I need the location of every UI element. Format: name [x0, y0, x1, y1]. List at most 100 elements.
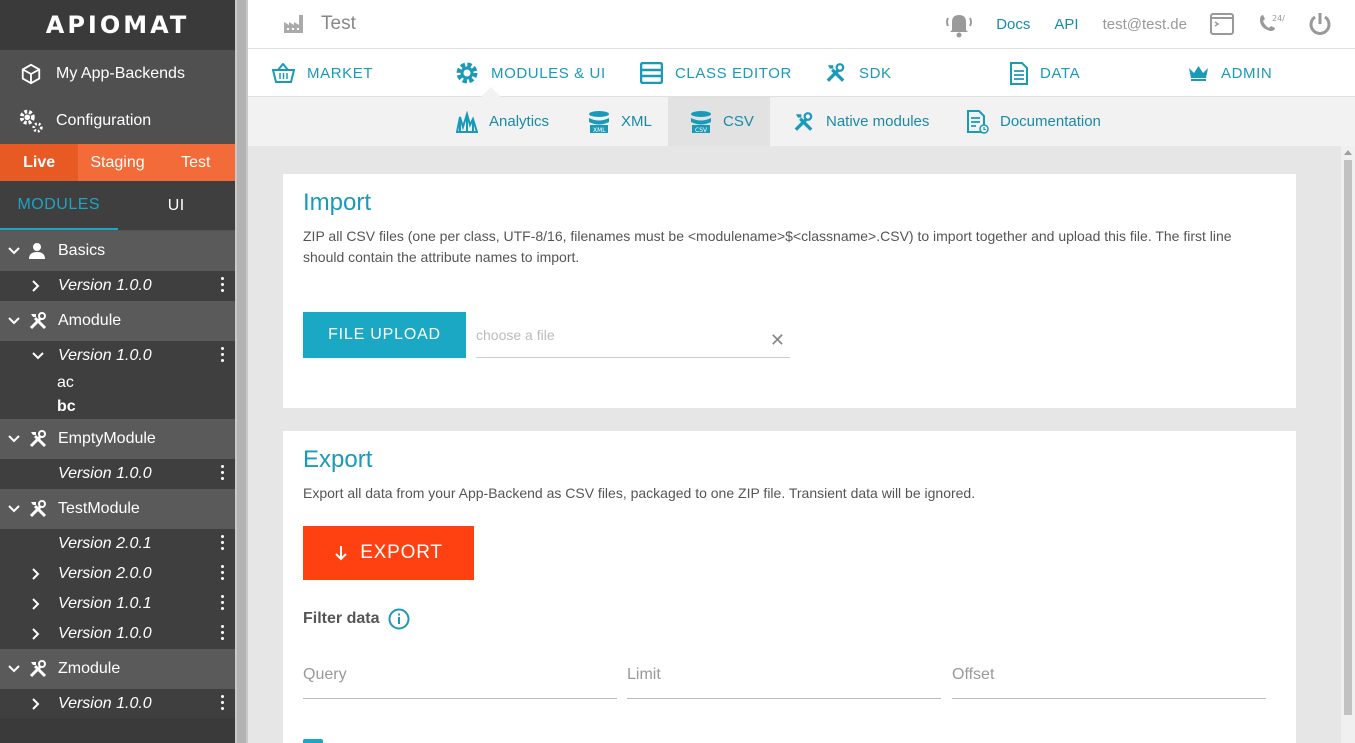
- nav-admin[interactable]: ADMIN: [1188, 49, 1272, 97]
- version-label: Version 1.0.0: [58, 625, 152, 642]
- module-zmodule[interactable]: Zmodule: [0, 649, 235, 689]
- tools-icon: [28, 429, 50, 449]
- version-row[interactable]: Version 1.0.0: [0, 271, 235, 301]
- bell-icon[interactable]: [944, 10, 974, 38]
- file-upload-button[interactable]: FILE UPLOAD: [303, 312, 466, 358]
- cube-icon: [17, 61, 45, 87]
- module-basics[interactable]: Basics: [0, 231, 235, 271]
- docs-link[interactable]: Docs: [996, 16, 1030, 33]
- sidebar-scrollbar[interactable]: [235, 0, 248, 743]
- arrow-down-icon: [334, 545, 348, 561]
- chevron-down-icon: [8, 247, 22, 255]
- version-row[interactable]: Version 2.0.1: [0, 529, 235, 559]
- logo-text: APIOMAT: [45, 11, 190, 39]
- import-card: Import ZIP all CSV files (one per class,…: [283, 174, 1296, 408]
- subnav-xml[interactable]: XML XML: [588, 97, 652, 146]
- file-field: ✕: [476, 316, 790, 358]
- env-tab-test[interactable]: Test: [157, 144, 235, 181]
- app-title: Test: [283, 13, 356, 35]
- version-row[interactable]: Version 1.0.0: [0, 689, 235, 719]
- info-icon[interactable]: [388, 608, 410, 630]
- power-icon[interactable]: [1307, 11, 1333, 37]
- offset-input[interactable]: [952, 666, 1266, 684]
- subnav-label: Analytics: [489, 113, 550, 130]
- tools-icon: [28, 311, 50, 331]
- chevron-down-icon: [8, 435, 22, 443]
- file-input[interactable]: [476, 327, 756, 343]
- subnav-native-modules[interactable]: Native modules: [792, 97, 929, 146]
- env-tab-staging[interactable]: Staging: [78, 144, 156, 181]
- version-row[interactable]: Version 1.0.0: [0, 459, 235, 489]
- sidebar-item-configuration[interactable]: Configuration: [0, 97, 235, 144]
- export-label: EXPORT: [360, 542, 443, 563]
- nav-label: MARKET: [307, 64, 374, 82]
- chevron-down-icon: [8, 317, 22, 325]
- class-item-ac[interactable]: ac: [0, 371, 235, 395]
- api-link[interactable]: API: [1054, 16, 1078, 33]
- support-phone-icon[interactable]: 24/7: [1257, 12, 1285, 36]
- nav-class-editor[interactable]: CLASS EDITOR: [640, 49, 792, 97]
- filter-label: Filter data: [303, 610, 380, 627]
- main-scrollbar[interactable]: [1341, 146, 1355, 743]
- more-vert-icon[interactable]: [221, 625, 225, 640]
- nav-data[interactable]: DATA: [1010, 49, 1080, 97]
- sidebar-item-my-app-backends[interactable]: My App-Backends: [0, 50, 235, 97]
- environment-tabs: Live Staging Test: [0, 144, 235, 181]
- nav-modules-ui[interactable]: MODULES & UI: [455, 49, 606, 97]
- limit-field: [627, 663, 941, 699]
- logo[interactable]: APIOMAT: [0, 0, 235, 50]
- class-editor-icon: [640, 62, 663, 84]
- sidebar-item-label: Configuration: [56, 111, 152, 129]
- nav-label: ADMIN: [1221, 64, 1273, 82]
- gears-icon: [17, 108, 45, 134]
- chevron-down-icon: [32, 352, 46, 360]
- more-vert-icon[interactable]: [221, 465, 225, 480]
- version-row[interactable]: Version 1.0.0: [0, 619, 235, 649]
- more-vert-icon[interactable]: [221, 347, 225, 362]
- tools-icon: [28, 659, 50, 679]
- nav-market[interactable]: MARKET: [272, 49, 373, 97]
- subnav-label: Documentation: [1000, 113, 1101, 130]
- nav-sdk[interactable]: SDK: [824, 49, 892, 97]
- export-button[interactable]: EXPORT: [303, 526, 474, 580]
- sidebar-item-label: My App-Backends: [56, 64, 185, 82]
- close-icon[interactable]: ✕: [770, 330, 785, 351]
- export-card: Export Export all data from your App-Bac…: [283, 431, 1296, 743]
- version-row[interactable]: Version 1.0.0: [0, 341, 235, 371]
- module-testmodule[interactable]: TestModule: [0, 489, 235, 529]
- chevron-right-icon: [32, 698, 46, 710]
- checkbox[interactable]: [303, 739, 323, 743]
- module-amodule[interactable]: Amodule: [0, 301, 235, 341]
- more-vert-icon[interactable]: [221, 535, 225, 550]
- class-item-bc[interactable]: bc: [0, 395, 235, 419]
- main-content: Import ZIP all CSV files (one per class,…: [248, 146, 1341, 743]
- version-label: Version 1.0.0: [58, 277, 152, 294]
- env-tab-live[interactable]: Live: [0, 144, 79, 181]
- terminal-icon[interactable]: [1209, 12, 1235, 36]
- more-vert-icon[interactable]: [221, 565, 225, 580]
- more-vert-icon[interactable]: [221, 695, 225, 710]
- query-input[interactable]: [303, 666, 617, 684]
- factory-icon: [283, 14, 307, 34]
- subnav-documentation[interactable]: Documentation: [967, 97, 1101, 146]
- tab-modules[interactable]: MODULES: [0, 181, 118, 230]
- subnav-label: CSV: [723, 113, 754, 130]
- more-vert-icon[interactable]: [221, 277, 225, 292]
- subnav-csv[interactable]: CSV CSV: [668, 97, 770, 146]
- scroll-up-icon[interactable]: [1344, 150, 1352, 155]
- module-name: Basics: [58, 242, 106, 259]
- document-icon: [1010, 61, 1028, 85]
- analytics-icon: [456, 110, 478, 133]
- chevron-right-icon: [32, 280, 46, 292]
- module-name: Zmodule: [58, 660, 121, 677]
- version-row[interactable]: Version 2.0.0: [0, 559, 235, 589]
- limit-input[interactable]: [627, 666, 941, 684]
- more-vert-icon[interactable]: [221, 595, 225, 610]
- version-row[interactable]: Version 1.0.1: [0, 589, 235, 619]
- user-email[interactable]: test@test.de: [1103, 16, 1187, 33]
- tab-ui[interactable]: UI: [118, 181, 236, 230]
- chevron-right-icon: [32, 628, 46, 640]
- version-label: Version 2.0.0: [58, 565, 152, 582]
- subnav-analytics[interactable]: Analytics: [456, 97, 549, 146]
- module-emptymodule[interactable]: EmptyModule: [0, 419, 235, 459]
